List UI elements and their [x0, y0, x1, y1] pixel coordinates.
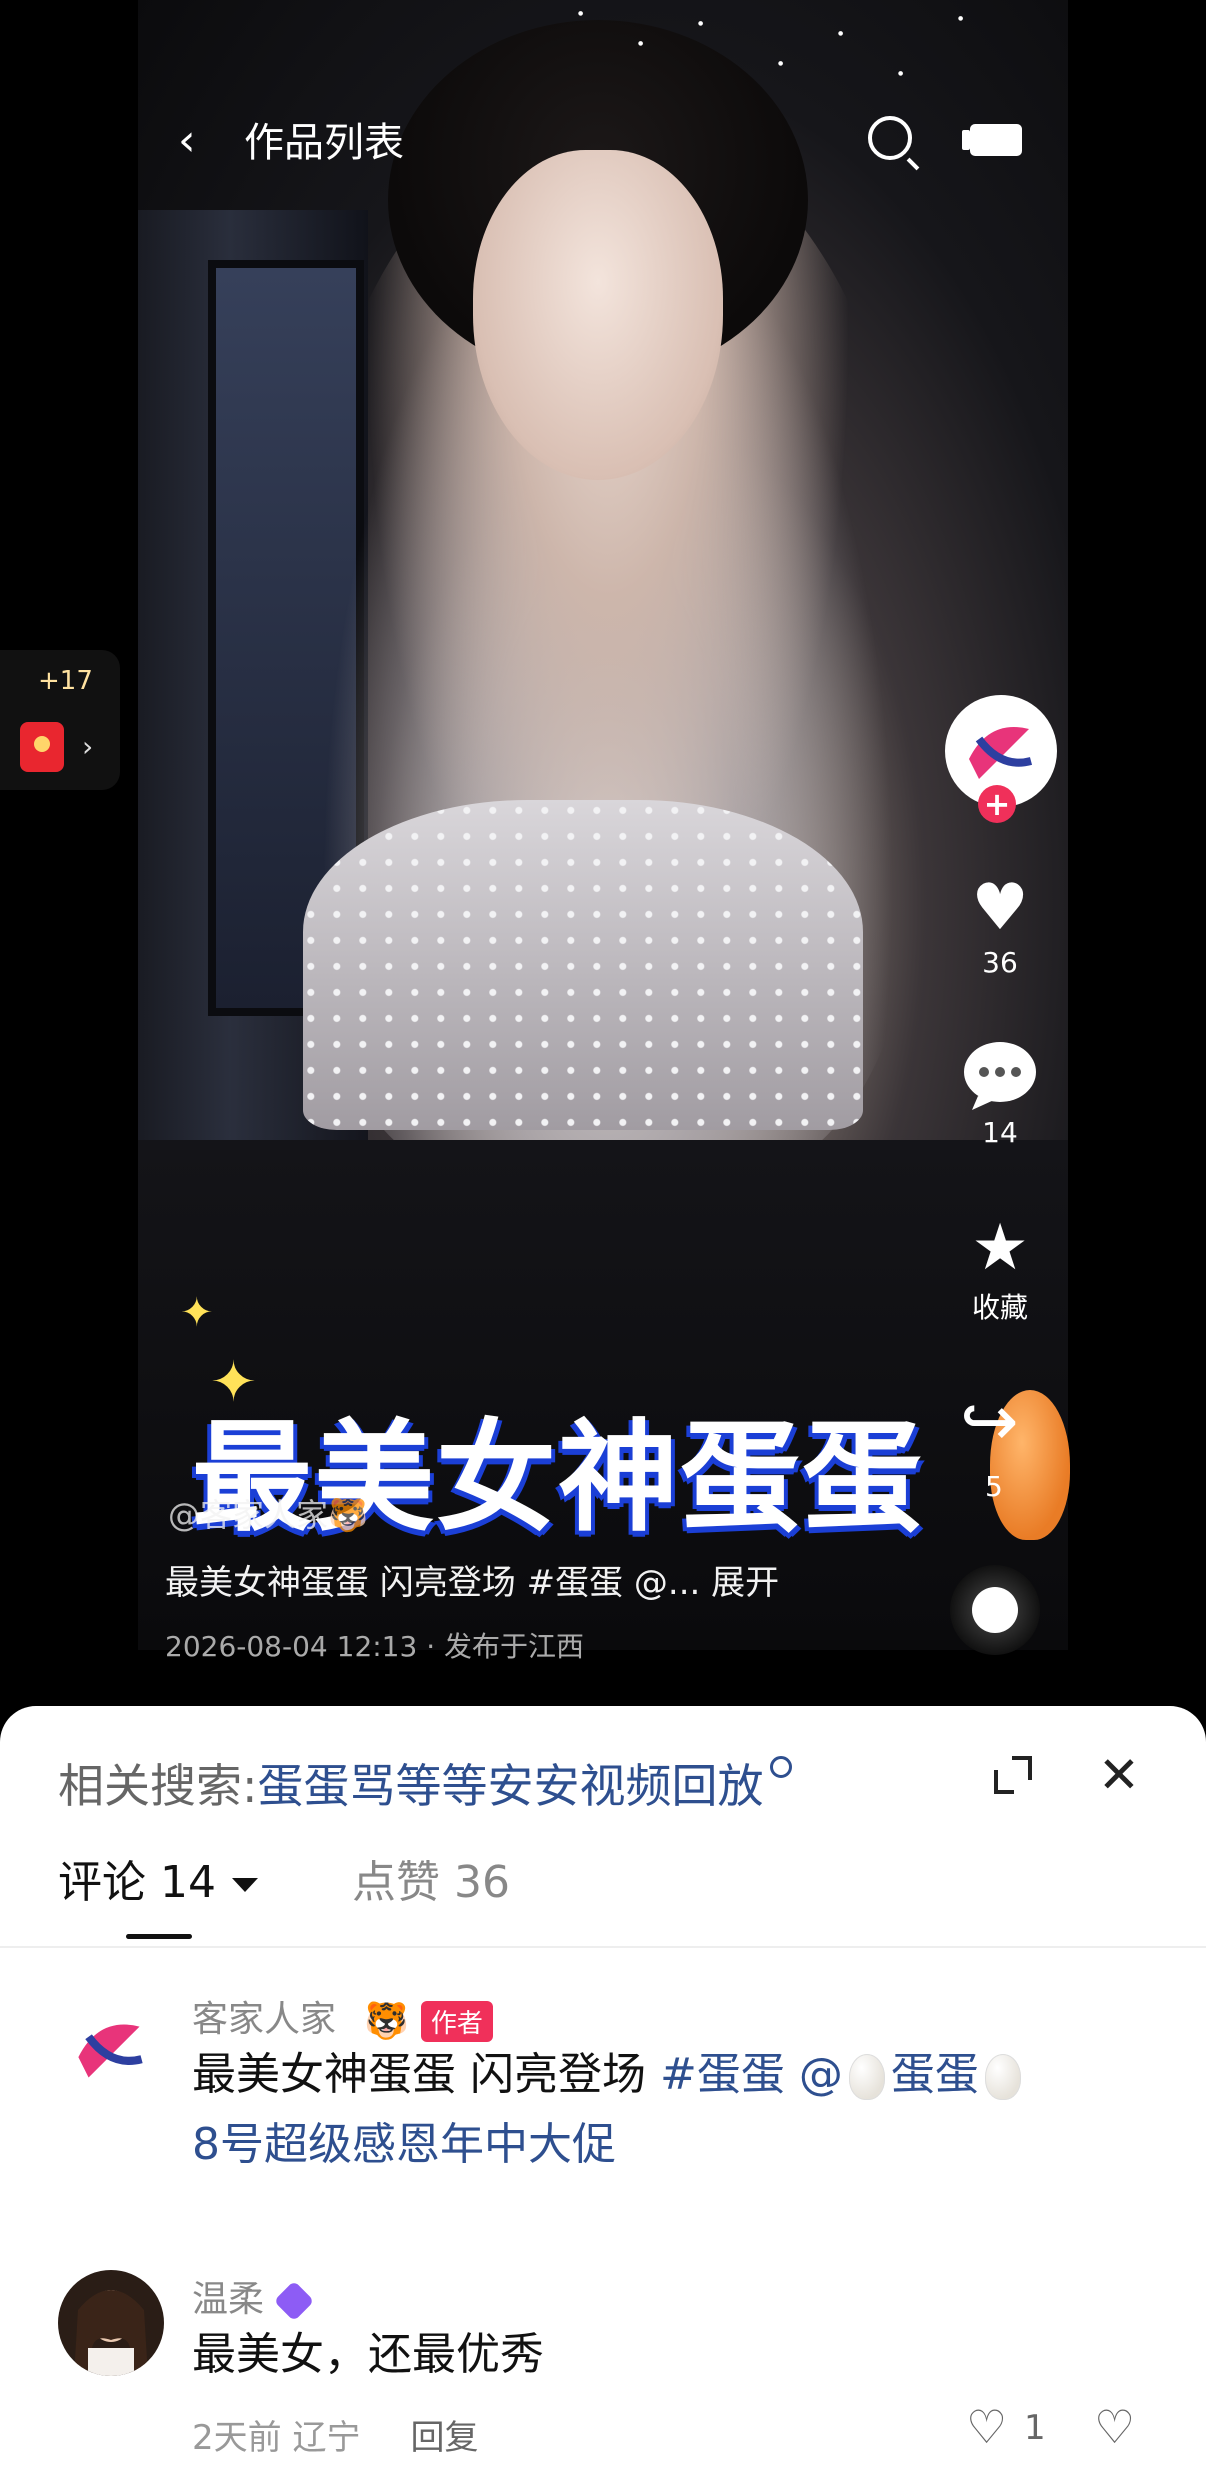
tab-comments[interactable]: 评论 14	[58, 1846, 258, 1910]
reply-button[interactable]: 回复	[410, 2418, 478, 2458]
chevron-right-icon: ›	[82, 730, 94, 763]
sparkle-star-icon: ✦	[180, 1290, 214, 1336]
avatar[interactable]	[58, 2270, 164, 2376]
comment-time: 2天前 辽宁	[192, 2418, 361, 2458]
avatar[interactable]	[58, 1996, 164, 2102]
music-disc[interactable]	[950, 1565, 1040, 1655]
back-icon[interactable]: ‹	[178, 116, 196, 166]
broken-heart-icon[interactable]: ♡	[1094, 2400, 1135, 2454]
expand-icon[interactable]	[994, 1756, 1032, 1794]
video-description[interactable]: 最美女神蛋蛋 闪亮登场 #蛋蛋 @... 展开	[165, 1555, 779, 1604]
sparkly-dress	[303, 800, 863, 1130]
search-icon	[769, 1756, 792, 1778]
music-disc-label	[972, 1587, 1018, 1633]
tab-underline	[126, 1934, 192, 1939]
heart-outline-icon[interactable]: ♡	[966, 2400, 1007, 2454]
red-packet-badge[interactable]: +17 ›	[0, 650, 120, 790]
comment-author-name: 客家人家	[192, 1999, 337, 2040]
verified-badge-icon	[273, 2280, 315, 2322]
favorite-label: 收藏	[971, 1291, 1028, 1324]
search-icon[interactable]	[868, 116, 912, 160]
share-count: 5	[985, 1470, 1003, 1503]
comment-like-count: 1	[1024, 2408, 1046, 2448]
star-icon: ★	[971, 1211, 1029, 1285]
close-icon[interactable]: ✕	[1098, 1750, 1140, 1800]
red-packet-icon	[20, 722, 64, 772]
hashtag-link[interactable]: #蛋蛋	[660, 2049, 785, 2100]
egg-emoji-icon	[984, 2054, 1021, 2100]
comment-author[interactable]: 客家人家 🐯 作者	[192, 1990, 493, 2042]
comment-sheet: 相关搜索:蛋蛋骂等等安安视频回放 ✕ 评论 14 点赞 36 客家人家 🐯 作者 最…	[0, 1706, 1206, 2485]
sparkle: ●	[898, 70, 904, 77]
comment-bubble-icon	[955, 1040, 1045, 1116]
video-meta: 2026-08-04 12:13 · 发布于江西	[165, 1630, 585, 1663]
like-button[interactable]: ♥ 36	[955, 870, 1045, 979]
comment-text: 最美女，还最优秀	[192, 2329, 544, 2380]
tab-comments-label: 评论 14	[58, 1857, 216, 1908]
comment-text-plain: 最美女神蛋蛋 闪亮登场	[192, 2049, 660, 2100]
tiger-emoji-icon: 🐯	[364, 2001, 409, 2042]
related-search[interactable]: 相关搜索:蛋蛋骂等等安安视频回放	[58, 1750, 792, 1816]
egg-emoji-icon	[848, 2054, 885, 2100]
top-bar: ‹ 作品列表	[138, 110, 1068, 180]
sparkle: ●	[778, 60, 784, 67]
screen-cast-icon[interactable]	[962, 124, 1022, 156]
comment-count: 14	[982, 1116, 1018, 1149]
sparkle: ●	[638, 40, 644, 47]
sparkle: ●	[698, 20, 704, 27]
sparkle: ●	[838, 30, 844, 37]
caret-down-icon	[231, 1878, 258, 1892]
face	[473, 150, 723, 480]
promo-link[interactable]: 8号超级感恩年中大促	[192, 2119, 616, 2170]
related-search-label: 相关搜索:	[58, 1759, 258, 1813]
mention-prefix: @	[784, 2049, 843, 2100]
user-photo	[58, 2270, 164, 2376]
heart-icon: ♥	[971, 871, 1029, 945]
favorite-button[interactable]: ★ 收藏	[955, 1210, 1045, 1326]
hakka-logo-icon	[58, 1996, 164, 2102]
author-badge: 作者	[420, 2000, 493, 2042]
comment-text: 最美女神蛋蛋 闪亮登场 #蛋蛋 @ 蛋蛋 8号超级感恩年中大促	[192, 2040, 1152, 2180]
comment-meta: 2天前 辽宁 回复	[192, 2410, 478, 2459]
comment-button[interactable]: 14	[955, 1040, 1045, 1149]
related-search-keyword[interactable]: 蛋蛋骂等等安安视频回放	[258, 1759, 764, 1813]
page-title: 作品列表	[244, 120, 404, 166]
share-icon[interactable]: ↪	[960, 1380, 1019, 1462]
video-author[interactable]: @客家人家🐯	[168, 1490, 368, 1536]
divider	[0, 1946, 1206, 1948]
reward-count: +17	[38, 666, 93, 696]
comment-author-name: 温柔	[192, 2279, 265, 2320]
comment-author[interactable]: 温柔	[192, 2270, 315, 2322]
tab-likes[interactable]: 点赞 36	[352, 1846, 510, 1910]
follow-button[interactable]: +	[978, 785, 1016, 823]
like-count: 36	[982, 946, 1018, 979]
mention-link[interactable]: 蛋蛋	[891, 2049, 979, 2100]
sparkle: ●	[958, 15, 964, 22]
sparkle: ●	[578, 10, 584, 17]
